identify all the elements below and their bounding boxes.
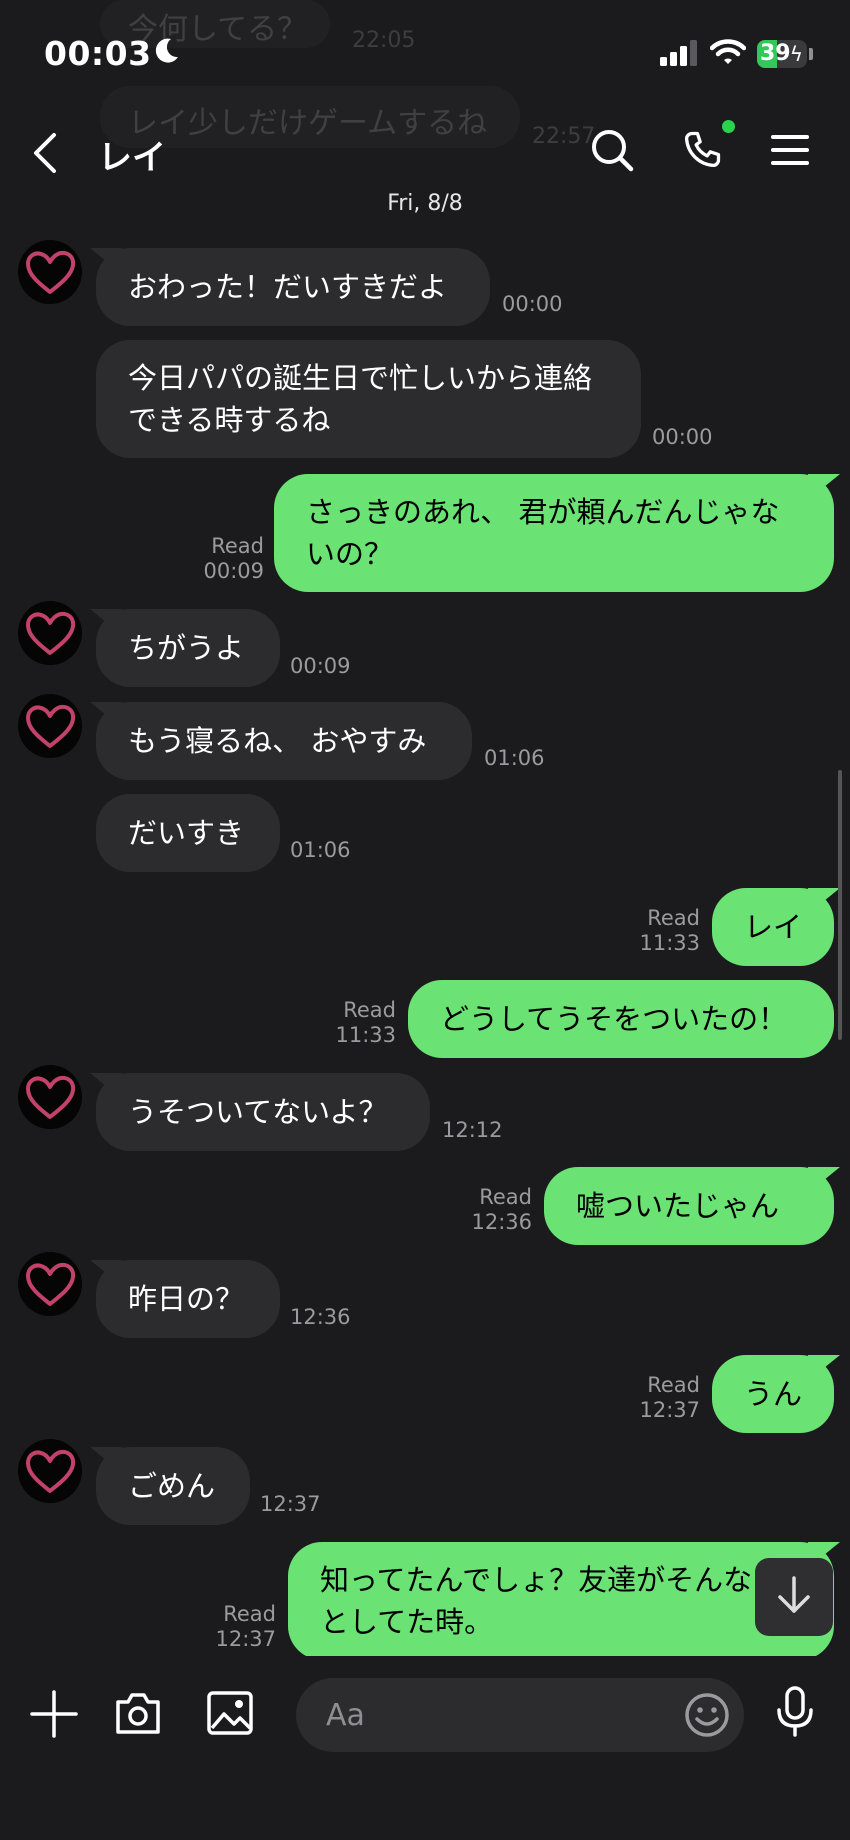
message-time: 12:37 xyxy=(260,1492,321,1516)
background-message-time: 22:05 xyxy=(352,28,416,53)
moon-icon xyxy=(154,37,180,69)
read-label: Read xyxy=(211,534,264,558)
contact-avatar[interactable] xyxy=(18,694,82,758)
image-icon[interactable] xyxy=(206,1690,254,1740)
outgoing-message[interactable]: 知ってたんでしょ？友達がそんなことしてた時。 xyxy=(288,1542,834,1660)
read-receipt: Read 12:37 xyxy=(616,1373,700,1423)
message-time: 00:09 xyxy=(290,654,351,678)
battery-indicator: 39 ϟ xyxy=(757,40,807,68)
read-label: Read xyxy=(647,906,700,930)
incoming-message[interactable]: もう寝るね、 おやすみ xyxy=(96,702,472,780)
message-input-bar xyxy=(0,1656,850,1840)
scroll-to-bottom-button[interactable] xyxy=(755,1558,833,1636)
message-time: 00:00 xyxy=(652,425,713,449)
incoming-message[interactable]: だいすき xyxy=(96,794,280,872)
search-icon[interactable] xyxy=(590,128,634,176)
signal-icon xyxy=(660,40,698,70)
message-time: 11:33 xyxy=(335,1023,396,1047)
message-time: 00:09 xyxy=(203,559,264,583)
message-time: 12:36 xyxy=(290,1305,351,1329)
wifi-icon xyxy=(709,38,747,70)
emoji-icon[interactable] xyxy=(684,1692,730,1742)
incoming-message[interactable]: 今日パパの誕生日で忙しいから連絡できる時するね xyxy=(96,340,641,458)
read-receipt: Read 12:37 xyxy=(192,1602,276,1652)
message-time: 12:37 xyxy=(215,1627,276,1651)
camera-icon[interactable] xyxy=(114,1690,162,1740)
message-time: 00:00 xyxy=(502,292,563,316)
incoming-message[interactable]: ごめん xyxy=(96,1447,250,1525)
message-time: 12:36 xyxy=(471,1210,532,1234)
message-time: 12:37 xyxy=(639,1398,700,1422)
read-receipt: Read 11:33 xyxy=(312,998,396,1048)
read-label: Read xyxy=(223,1602,276,1626)
read-receipt: Read 12:36 xyxy=(448,1185,532,1235)
chat-header: レイ xyxy=(0,112,850,192)
message-time: 01:06 xyxy=(484,746,545,770)
message-input[interactable] xyxy=(296,1678,744,1752)
arrow-down-icon xyxy=(775,1575,813,1619)
contact-avatar[interactable] xyxy=(18,1439,82,1503)
outgoing-message[interactable]: うん xyxy=(712,1355,834,1433)
scrollbar[interactable] xyxy=(838,770,842,1040)
contact-name[interactable]: レイ xyxy=(98,130,166,179)
date-separator: Fri, 8/8 xyxy=(362,190,488,224)
incoming-message[interactable]: うそついてないよ？ xyxy=(96,1073,430,1151)
contact-avatar[interactable] xyxy=(18,1252,82,1316)
outgoing-message[interactable]: レイ xyxy=(712,888,834,966)
contact-avatar[interactable] xyxy=(18,1065,82,1129)
incoming-message[interactable]: おわった！だいすきだよ xyxy=(96,248,490,326)
phone-icon[interactable] xyxy=(680,128,724,176)
message-time: 12:12 xyxy=(442,1118,503,1142)
incoming-message[interactable]: 昨日の？ xyxy=(96,1260,280,1338)
contact-avatar[interactable] xyxy=(18,240,82,304)
read-receipt: Read 11:33 xyxy=(616,906,700,956)
read-receipt: Read 00:09 xyxy=(180,534,264,584)
incoming-message[interactable]: ちがうよ xyxy=(96,609,280,687)
read-label: Read xyxy=(479,1185,532,1209)
contact-avatar[interactable] xyxy=(18,601,82,665)
battery-cap xyxy=(809,48,813,60)
outgoing-message[interactable]: どうしてうそをついたの！ xyxy=(408,980,834,1058)
microphone-icon[interactable] xyxy=(774,1686,816,1742)
outgoing-message[interactable]: さっきのあれ、 君が頼んだんじゃないの？ xyxy=(274,474,834,592)
outgoing-message[interactable]: 嘘ついたじゃん xyxy=(544,1167,834,1245)
menu-icon[interactable] xyxy=(770,130,810,174)
back-icon[interactable] xyxy=(32,132,58,178)
online-status-dot xyxy=(722,120,735,133)
message-time: 01:06 xyxy=(290,838,351,862)
battery-percentage: 39 xyxy=(760,41,791,66)
status-bar: 今何してる？ 22:05 レイ少しだけゲームするね 22:57 00:03 39… xyxy=(0,0,850,149)
read-label: Read xyxy=(343,998,396,1022)
charging-icon: ϟ xyxy=(789,42,803,66)
message-time: 11:33 xyxy=(639,931,700,955)
plus-icon[interactable] xyxy=(30,1690,78,1742)
status-time: 00:03 xyxy=(44,34,152,73)
read-label: Read xyxy=(647,1373,700,1397)
